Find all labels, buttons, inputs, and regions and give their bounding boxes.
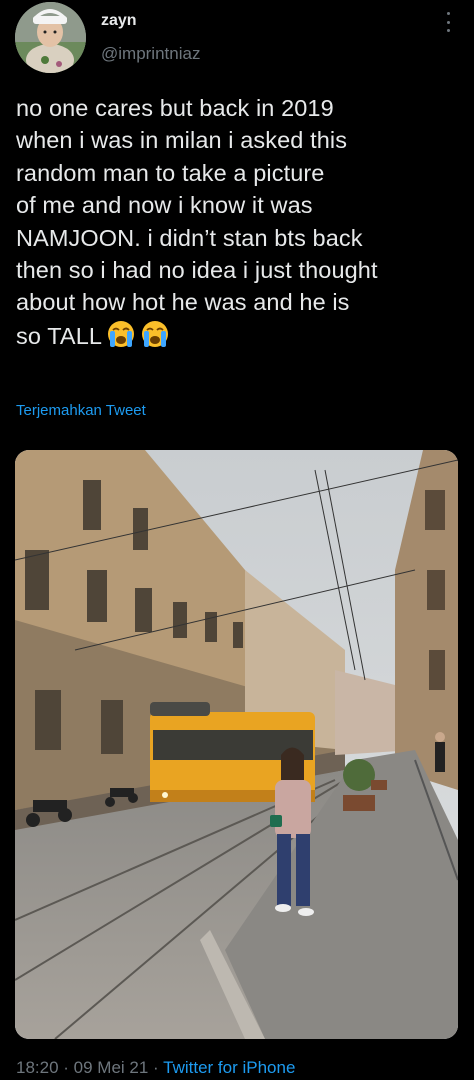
tweet-photo[interactable] [15,450,458,1039]
tweet-time[interactable]: 18:20 [16,1058,59,1077]
loudly-crying-face-icon [108,320,135,347]
tweet-date[interactable]: 09 Mei 21 [74,1058,149,1077]
dot [446,12,450,15]
milan-street-photo [15,450,458,1039]
translate-tweet-link[interactable]: Terjemahkan Tweet [16,402,146,419]
avatar[interactable] [15,2,86,73]
tweet-body: no one cares but back in 2019 when i was… [16,95,378,349]
emoji-group [105,319,173,357]
more-options-icon[interactable] [442,12,454,32]
dot [446,20,450,24]
tweet-source-link[interactable]: Twitter for iPhone [163,1058,295,1077]
user-handle[interactable]: @imprintniaz [101,44,200,64]
dot [446,29,450,32]
tweet-meta: 18:20 · 09 Mei 21 · Twitter for iPhone [16,1058,295,1078]
loudly-crying-face-icon [142,320,169,347]
meta-separator: · [148,1058,164,1077]
tweet-text: no one cares but back in 2019 when i was… [16,92,466,357]
display-name[interactable]: zayn [101,12,137,30]
avatar-image [15,2,86,73]
meta-separator: · [58,1058,74,1077]
